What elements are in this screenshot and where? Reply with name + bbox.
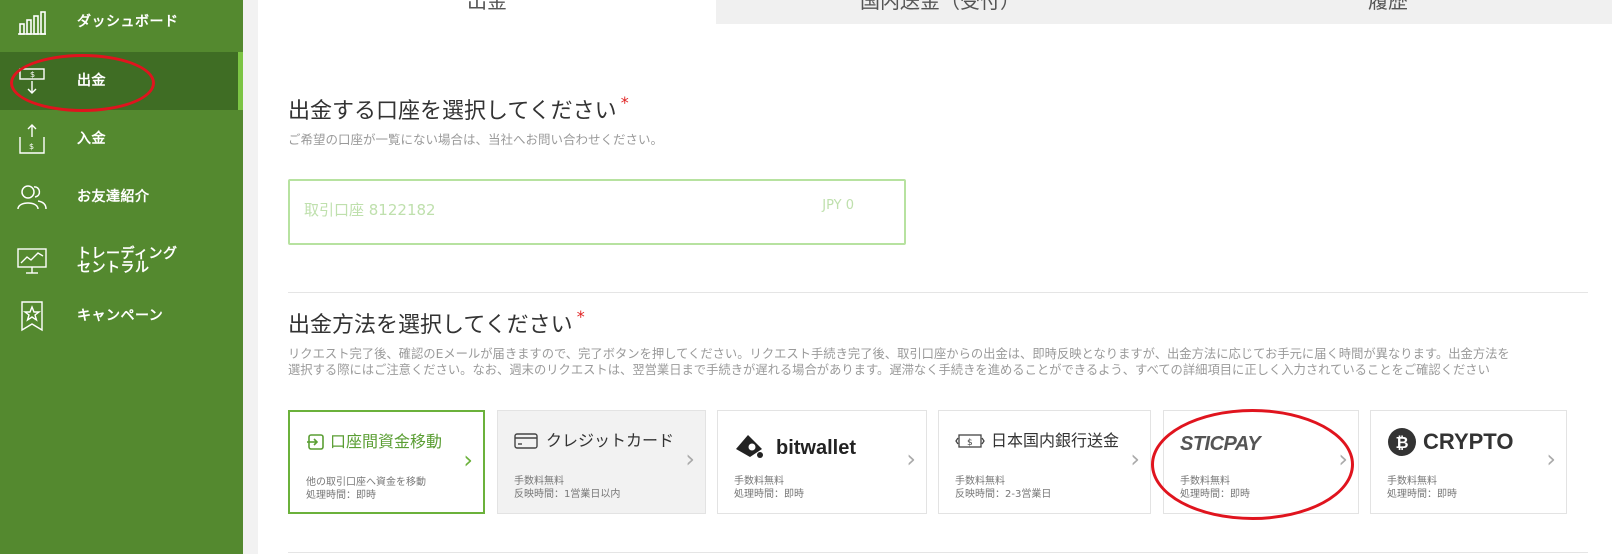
method-title-text: 口座間資金移動 [330, 432, 443, 451]
tab-domestic-transfer[interactable]: 国内送金（受付） [716, 0, 1164, 24]
method-time: 処理時間：即時 [734, 489, 804, 500]
bar-chart-icon [16, 6, 48, 38]
method-time: 処理時間：即時 [306, 490, 376, 501]
sidebar-item-deposit[interactable]: $ 入金 [0, 110, 243, 168]
method-fee: 他の取引口座へ資金を移動 [306, 477, 426, 488]
required-mark: * [620, 93, 629, 112]
account-name: 取引口座 8122182 [304, 201, 436, 219]
method-card-crypto[interactable]: ₿ CRYPTO 手数料無料 処理時間：即時 › [1370, 410, 1567, 514]
method-card-credit-card[interactable]: クレジットカード 手数料無料 反映時間：1営業日以内 › [497, 410, 706, 514]
withdraw-icon: $ [16, 65, 48, 97]
method-card-bitwallet[interactable]: bitwallet 手数料無料 処理時間：即時 › [717, 410, 927, 514]
chevron-right-icon: › [1546, 445, 1556, 473]
users-icon [16, 181, 48, 213]
method-fee: 手数料無料 [1180, 476, 1230, 487]
sidebar-item-label: 入金 [77, 131, 106, 147]
method-time: 処理時間：即時 [1180, 489, 1250, 500]
method-title-text: 出金方法を選択してください [288, 313, 573, 338]
method-title-text: CRYPTO [1423, 429, 1514, 454]
chevron-right-icon: › [463, 446, 473, 474]
method-fee: 手数料無料 [734, 476, 784, 487]
method-hint-line-2: 選択する際にはご注意ください。なお、週末のリクエストは、翌営業日まで手続きが遅れ… [288, 363, 1490, 377]
account-select[interactable]: 取引口座 8122182 JPY 0 [288, 179, 906, 245]
method-hint-line-1: リクエスト完了後、確認のEメールが届きますので、完了ボタンを押してください。リク… [288, 347, 1510, 361]
chevron-right-icon: › [685, 445, 695, 473]
monitor-chart-icon [16, 245, 48, 277]
required-mark: * [576, 307, 585, 326]
svg-text:$: $ [29, 142, 34, 151]
method-card-domestic-bank[interactable]: $ 日本国内銀行送金 手数料無料 反映時間：2-3営業日 › [938, 410, 1151, 514]
method-fee: 手数料無料 [514, 476, 564, 487]
sidebar-item-dashboard[interactable]: ダッシュボード [0, 0, 243, 51]
method-title-text: bitwallet [776, 437, 857, 459]
svg-text:$: $ [967, 438, 973, 448]
sidebar: ダッシュボード $ 出金 $ 入金 お友達紹介 トレーディング セントラル キャ… [0, 0, 243, 554]
account-title-text: 出金する口座を選択してください [288, 99, 617, 124]
method-fee: 手数料無料 [1387, 476, 1437, 487]
method-time: 反映時間：2-3営業日 [955, 489, 1052, 500]
transfer-icon [306, 434, 324, 454]
sidebar-item-withdraw[interactable]: $ 出金 [0, 52, 243, 110]
tab-withdraw[interactable]: 出金 [258, 0, 716, 24]
account-section-title: 出金する口座を選択してください * [288, 93, 629, 125]
tab-history[interactable]: 履歴 [1164, 0, 1612, 24]
sidebar-item-referral[interactable]: お友達紹介 [0, 168, 243, 226]
tab-bar: 出金 国内送金（受付） 履歴 [258, 0, 1612, 24]
tab-label: 国内送金（受付） [860, 0, 1020, 13]
sidebar-item-label: トレーディング セントラル [77, 246, 178, 276]
method-title-text: クレジットカード [546, 431, 675, 450]
section-divider [288, 292, 1588, 293]
method-title-text: 日本国内銀行送金 [991, 431, 1120, 450]
bitcoin-icon: ₿ [1387, 427, 1417, 461]
method-title: ₿ CRYPTO [1387, 427, 1513, 461]
method-hint: リクエスト完了後、確認のEメールが届きますので、完了ボタンを押してください。リク… [288, 346, 1608, 378]
method-title: 口座間資金移動 [306, 428, 442, 454]
method-section-title: 出金方法を選択してください * [288, 307, 585, 339]
method-time: 反映時間：1営業日以内 [514, 489, 621, 500]
chevron-right-icon: › [1130, 445, 1140, 473]
sidebar-item-campaign[interactable]: キャンペーン [0, 287, 243, 345]
sticpay-logo-icon: STICPAY [1180, 433, 1261, 455]
sidebar-item-label: お友達紹介 [77, 189, 150, 205]
method-title: STICPAY [1180, 433, 1261, 456]
account-balance: JPY 0 [822, 198, 854, 213]
chevron-right-icon: › [906, 445, 916, 473]
method-card-internal-transfer[interactable]: 口座間資金移動 他の取引口座へ資金を移動 処理時間：即時 › [288, 410, 485, 514]
bitwallet-logo-icon [734, 433, 768, 465]
chevron-right-icon: › [1338, 445, 1348, 473]
sidebar-item-label: 出金 [77, 73, 106, 89]
tab-label: 履歴 [1368, 0, 1408, 13]
sidebar-item-label: キャンペーン [77, 308, 164, 324]
svg-text:$: $ [30, 70, 35, 79]
deposit-icon: $ [16, 123, 48, 155]
method-time: 処理時間：即時 [1387, 489, 1457, 500]
sidebar-item-label: ダッシュボード [77, 14, 179, 30]
method-card-sticpay[interactable]: STICPAY 手数料無料 処理時間：即時 › [1163, 410, 1359, 514]
svg-text:₿: ₿ [1395, 433, 1408, 452]
method-title: bitwallet [734, 433, 856, 465]
main-content: 出金 国内送金（受付） 履歴 出金する口座を選択してください * ご希望の口座が一… [258, 0, 1612, 554]
account-hint: ご希望の口座が一覧にない場合は、当社へお問い合わせください。 [288, 132, 664, 147]
tab-label: 出金 [467, 0, 507, 13]
sidebar-item-trading-central[interactable]: トレーディング セントラル [0, 232, 243, 290]
bottom-divider [288, 552, 1588, 553]
method-title: $ 日本国内銀行送金 [955, 427, 1119, 453]
banknote-icon: $ [955, 433, 985, 453]
credit-card-icon [514, 433, 538, 453]
method-title: クレジットカード [514, 427, 674, 453]
bookmark-star-icon [16, 300, 48, 332]
method-fee: 手数料無料 [955, 476, 1005, 487]
